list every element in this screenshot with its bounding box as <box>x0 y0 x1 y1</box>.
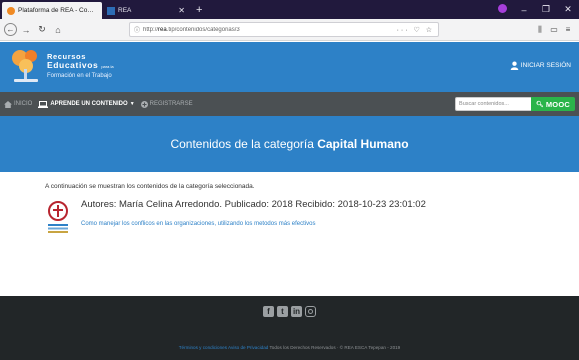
user-icon <box>510 61 519 70</box>
chevron-down-icon: ▼ <box>129 101 135 107</box>
browser-tab-active[interactable]: Plataforma de REA - Contenido X <box>2 2 102 19</box>
logo-text: Recursos Educativos para la Formación en… <box>47 52 114 80</box>
terms-link[interactable]: Términos y condiciones <box>179 345 227 350</box>
restore-button[interactable]: ❐ <box>535 4 557 15</box>
site-header: Recursos Educativos para la Formación en… <box>0 42 579 92</box>
laptop-icon <box>38 100 49 108</box>
rea-favicon-icon <box>107 6 115 15</box>
content-link[interactable]: Como manejar los conflicos en las organi… <box>81 221 315 227</box>
page-actions-icon[interactable]: ··· ♡ ☆ <box>397 26 434 34</box>
close-window-button[interactable]: ✕ <box>557 4 579 15</box>
site-logo[interactable]: Recursos Educativos para la Formación en… <box>7 45 142 89</box>
site-nav: INICIO APRENDE UN CONTENIDO ▼ REGISTRARS… <box>0 92 579 116</box>
new-tab-button[interactable]: + <box>190 2 208 19</box>
footer-links: Términos y condiciones Aviso de Privacid… <box>0 345 579 350</box>
category-name: Capital Humano <box>317 137 409 151</box>
category-hero: Contenidos de la categoría Capital Human… <box>0 116 579 172</box>
window-controls: – ❐ ✕ <box>491 0 579 19</box>
mooc-search-button[interactable]: 🔍︎ MOOC <box>531 97 575 111</box>
home-button[interactable]: ⌂ <box>51 23 65 37</box>
copyright-text: Todos los Derechos Reservados · © REA ES… <box>269 345 401 350</box>
back-button[interactable]: ← <box>4 23 17 36</box>
content-item: Autores: María Celina Arredondo. Publica… <box>45 198 525 242</box>
intro-text: A continuación se muestran los contenido… <box>45 183 255 190</box>
site-favicon-icon <box>7 6 15 15</box>
tab-title: REA <box>118 7 132 14</box>
reload-button[interactable]: ↻ <box>35 23 49 37</box>
address-bar[interactable]: ⓘ http://rea.tip/contenidos/categorias/3… <box>129 22 439 37</box>
login-label: INICIAR SESIÓN <box>520 62 571 69</box>
search-icon: 🔍︎ <box>536 101 544 108</box>
content-thumbnail[interactable] <box>45 200 71 236</box>
tab-title: Plataforma de REA - Contenido X <box>18 7 97 14</box>
nav-registrarse[interactable]: REGISTRARSE <box>140 100 193 108</box>
extension-icon[interactable] <box>491 4 513 15</box>
plus-circle-icon <box>140 100 148 108</box>
menu-icon[interactable]: ≡ <box>561 25 575 35</box>
url-text: http://rea.tip/contenidos/categorias/3 <box>143 26 240 33</box>
sidebar-icon[interactable]: ▭ <box>547 25 561 35</box>
login-button[interactable]: INICIAR SESIÓN <box>510 61 571 70</box>
twitter-icon[interactable]: t <box>277 306 288 317</box>
forward-button[interactable]: → <box>19 23 33 37</box>
browser-tab-rea[interactable]: REA ✕ <box>102 2 190 19</box>
content-authors: Autores: María Celina Arredondo. Publica… <box>81 199 426 210</box>
instagram-icon[interactable] <box>305 306 316 317</box>
site-footer: f t in Términos y condiciones Aviso de P… <box>0 296 579 360</box>
search-form: 🔍︎ MOOC <box>455 97 575 111</box>
browser-toolbar: ← → ↻ ⌂ ⓘ http://rea.tip/contenidos/cate… <box>0 19 579 41</box>
search-input[interactable] <box>455 97 532 111</box>
nav-aprende-dropdown[interactable]: APRENDE UN CONTENIDO ▼ <box>38 100 135 108</box>
social-links: f t in <box>0 306 579 317</box>
rea-logo-icon <box>12 50 38 82</box>
browser-tools: ⫼ ▭ ≡ <box>533 25 575 35</box>
minimize-button[interactable]: – <box>513 5 535 15</box>
home-icon <box>4 100 12 108</box>
browser-tab-bar: Plataforma de REA - Contenido X REA ✕ + … <box>0 0 579 19</box>
linkedin-icon[interactable]: in <box>291 306 302 317</box>
privacy-link[interactable]: Aviso de Privacidad <box>228 345 268 350</box>
hero-prefix: Contenidos de la categoría <box>170 137 318 151</box>
nav-inicio[interactable]: INICIO <box>4 100 32 108</box>
facebook-icon[interactable]: f <box>263 306 274 317</box>
close-tab-icon[interactable]: ✕ <box>178 6 185 15</box>
site-info-icon[interactable]: ⓘ <box>134 25 140 34</box>
library-icon[interactable]: ⫼ <box>533 25 547 35</box>
